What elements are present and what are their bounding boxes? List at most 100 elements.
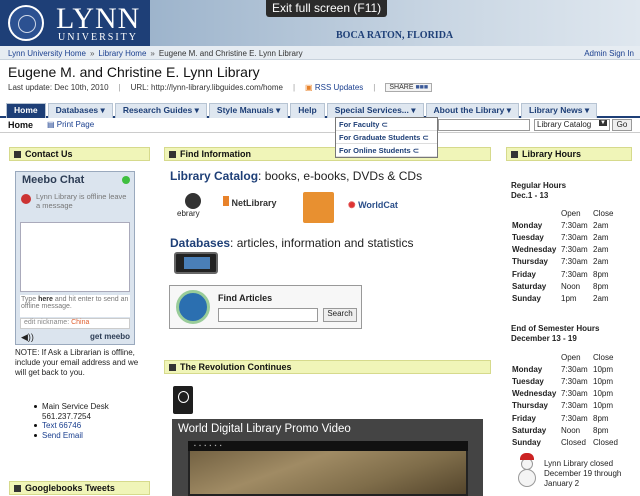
find-articles-box: Find Articles Search [169, 285, 362, 329]
rss-label: RSS Updates [314, 83, 364, 92]
exam-hours-title: End of Semester Hours [511, 324, 600, 333]
close-cell: 10pm [593, 376, 614, 386]
hours-row: Saturday Noon 8pm [512, 280, 613, 292]
hours-row: Thursday 7:30am 10pm [512, 400, 618, 412]
open-cell: 1pm [561, 293, 577, 303]
main-nav: Home Databases ▾ Research Guides ▾ Style… [0, 101, 640, 118]
col-close: Close [593, 352, 614, 362]
col-open: Open [561, 208, 581, 218]
worldcat-icon: ✺ [348, 200, 356, 210]
search-go-button[interactable]: Go [612, 119, 632, 131]
open-cell: Closed [561, 437, 586, 447]
rss-link[interactable]: ▣ RSS Updates [305, 83, 363, 92]
close-cell: 2am [593, 220, 609, 230]
tab-style-manuals[interactable]: Style Manuals ▾ [208, 103, 289, 118]
snowman-icon [516, 453, 538, 489]
admin-sign-in-link[interactable]: Admin Sign In [584, 49, 634, 58]
search-scope-select[interactable]: Library Catalog ▼ [534, 119, 610, 131]
menu-item-label: For Online Students [339, 146, 411, 155]
external-link-icon: ⊂ [381, 120, 388, 129]
rss-icon: ▣ [305, 83, 315, 92]
text-link[interactable]: Text 66746 [34, 421, 109, 431]
tab-label: Databases [55, 105, 99, 115]
close-cell: 2am [593, 245, 609, 255]
exam-hours-table: Open Close Monday 7:30am 10pm Tuesday 7:30am 10… [512, 351, 618, 449]
open-cell: 7:30am [561, 389, 588, 399]
chat-message-input[interactable]: Type here and hit enter to send an offli… [20, 295, 130, 317]
databases-line: Databases: articles, information and sta… [170, 236, 413, 250]
printer-icon: ▤ [47, 120, 57, 129]
worldcat-logo[interactable]: ✺ WorldCat [348, 200, 398, 211]
send-email-link[interactable]: Send Email [34, 431, 109, 441]
menu-item-faculty[interactable]: For Faculty ⊂ [336, 118, 437, 131]
find-information-header: Find Information [164, 147, 491, 161]
library-catalog-link[interactable]: Library Catalog [170, 169, 258, 183]
open-cell: 7:30am [561, 232, 588, 242]
chat-log [20, 222, 130, 292]
logo-name[interactable]: LYNN [56, 2, 140, 36]
tab-label: Special Services... [334, 105, 409, 115]
library-hours-header: Library Hours [506, 147, 632, 161]
page-title: Eugene M. and Christine E. Lynn Library [8, 64, 260, 80]
chat-note: NOTE: If Ask a Librarian is offline, inc… [15, 348, 139, 377]
chevron-down-icon: ▾ [506, 105, 512, 115]
library-catalog-line: Library Catalog: books, e-books, DVDs & … [170, 169, 422, 183]
ebrary-icon [185, 193, 201, 209]
regular-hours-dates: Dec.1 - 13 [511, 191, 549, 200]
close-cell: 2am [593, 293, 609, 303]
menu-item-graduate[interactable]: For Graduate Students ⊂ [336, 131, 437, 144]
share-button[interactable]: SHARE ■■■ [385, 83, 433, 92]
logo-subtitle: UNIVERSITY [58, 32, 138, 43]
hours-row: Sunday 1pm 2am [512, 292, 613, 304]
mobile-device-icon[interactable] [174, 252, 218, 274]
regular-hours-heading: Regular Hours Dec.1 - 13 [511, 181, 566, 201]
databases-link[interactable]: Databases [170, 236, 230, 250]
breadcrumb: Lynn University Home» Library Home» Eugene… [0, 46, 640, 60]
close-cell: 8pm [593, 413, 609, 423]
get-meebo-link[interactable]: get meebo [90, 332, 130, 341]
tab-help[interactable]: Help [290, 103, 325, 118]
promo-video-player[interactable]: World Digital Library Promo Video ▪ ▪ ▪ … [172, 419, 483, 496]
hours-header-row: Open Close [512, 351, 618, 363]
day-cell: Wednesday [512, 245, 557, 255]
hours-row: Tuesday 7:30am 10pm [512, 375, 618, 387]
chevron-down-icon: ▾ [584, 105, 590, 115]
breadcrumb-university-home[interactable]: Lynn University Home [8, 49, 86, 58]
tab-databases[interactable]: Databases ▾ [47, 103, 113, 118]
googlebooks-header: Googlebooks Tweets [9, 481, 150, 495]
chat-hint-here: here [38, 296, 53, 303]
day-cell: Saturday [512, 425, 547, 435]
university-seal-icon[interactable] [8, 5, 44, 41]
find-articles-input[interactable] [218, 308, 318, 322]
tab-about-library[interactable]: About the Library ▾ [425, 103, 520, 118]
ebrary-logo[interactable]: ebrary [177, 193, 211, 221]
elephant-logo-icon[interactable] [303, 192, 334, 223]
tab-special-services[interactable]: Special Services... ▾ [326, 103, 424, 118]
tab-research-guides[interactable]: Research Guides ▾ [114, 103, 207, 118]
exam-hours-heading: End of Semester Hours December 13 - 19 [511, 324, 599, 344]
regular-hours-table: Open Close Monday 7:30am 2am Tuesday 7:30am 2am… [512, 207, 613, 305]
site-search-input[interactable] [438, 119, 530, 131]
exam-hours-dates: December 13 - 19 [511, 334, 577, 343]
print-page-link[interactable]: ▤ Print Page [47, 120, 94, 130]
page-meta: Last update: Dec 10th, 2010 | URL: http:… [8, 83, 433, 92]
meebo-title: Meebo Chat [22, 174, 85, 186]
day-cell: Wednesday [512, 389, 557, 399]
open-cell: 7:30am [561, 257, 588, 267]
breadcrumb-library-home[interactable]: Library Home [98, 49, 146, 58]
catalog-description: : books, e-books, DVDs & CDs [258, 169, 423, 183]
speaker-icon[interactable]: ◀)) [21, 332, 34, 343]
chevron-down-icon: ▼ [599, 120, 607, 126]
open-cell: 7:30am [561, 220, 588, 230]
tab-home[interactable]: Home [6, 103, 46, 118]
menu-item-online[interactable]: For Online Students ⊂ [336, 144, 437, 157]
nickname-field[interactable]: edit nickname: China [20, 318, 130, 329]
find-articles-search-button[interactable]: Search [323, 308, 357, 322]
tab-label: Style Manuals [216, 105, 274, 115]
contact-us-header: Contact Us [9, 147, 150, 161]
netlibrary-logo[interactable]: NetLibrary [223, 196, 277, 208]
tab-library-news[interactable]: Library News ▾ [521, 103, 598, 118]
hours-row: Thursday 7:30am 2am [512, 256, 613, 268]
day-cell: Monday [512, 364, 543, 374]
online-status-icon [122, 176, 130, 184]
